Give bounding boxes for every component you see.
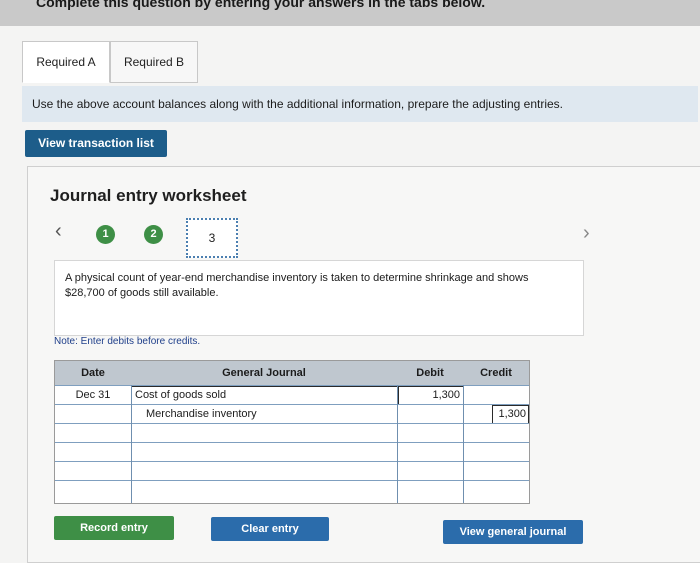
banner-text: Complete this question by entering your … [36, 0, 486, 10]
table-row-date: Dec 31 [75, 389, 111, 401]
journal-table: Date General Journal Debit Credit Dec 31… [54, 360, 530, 504]
transaction-description: A physical count of year-end merchandise… [54, 260, 584, 336]
row-divider [55, 442, 529, 443]
step-2-button[interactable]: 2 [144, 225, 163, 244]
credit-input[interactable] [464, 386, 528, 404]
step-1-button[interactable]: 1 [96, 225, 115, 244]
instruction-bar: Use the above account balances along wit… [22, 86, 698, 122]
account-input[interactable]: Cost of goods sold [131, 386, 399, 405]
header-date: Date [55, 361, 131, 385]
row-divider [55, 385, 529, 386]
debit-input[interactable]: 1,300 [398, 386, 464, 405]
table-row-date [55, 405, 131, 423]
debit-input[interactable] [399, 405, 461, 423]
note-text: Note: Enter debits before credits. [54, 336, 201, 347]
column-divider [463, 385, 464, 503]
instruction-banner: Complete this question by entering your … [0, 0, 700, 26]
credit-value: 1,300 [498, 408, 526, 420]
tab-required-b[interactable]: Required B [110, 41, 198, 83]
chevron-left-icon[interactable]: ‹ [55, 220, 62, 243]
header-debit: Debit [397, 361, 463, 385]
step-3-button[interactable]: 3 [186, 218, 238, 258]
step-3-label: 3 [208, 231, 216, 245]
row-divider [55, 404, 529, 405]
row-divider [55, 461, 529, 462]
view-transaction-list-button[interactable]: View transaction list [25, 130, 167, 157]
tab-label: Required A [36, 55, 96, 69]
view-general-journal-button[interactable]: View general journal [443, 520, 583, 544]
tab-label: Required B [123, 55, 185, 69]
column-divider [131, 385, 132, 503]
row-divider [55, 480, 529, 481]
instruction-text: Use the above account balances along wit… [32, 97, 564, 111]
chevron-right-icon[interactable]: › [583, 222, 590, 245]
account-value: Cost of goods sold [135, 389, 227, 401]
account-input[interactable]: Merchandise inventory [146, 405, 394, 423]
clear-entry-button[interactable]: Clear entry [211, 517, 329, 541]
column-divider [397, 385, 398, 503]
tab-required-a[interactable]: Required A [22, 41, 110, 83]
row-divider [55, 423, 529, 424]
credit-input[interactable]: 1,300 [492, 405, 529, 424]
debit-value: 1,300 [432, 389, 460, 401]
record-entry-button[interactable]: Record entry [54, 516, 174, 540]
header-credit: Credit [463, 361, 529, 385]
header-general-journal: General Journal [131, 361, 397, 385]
description-text: A physical count of year-end merchandise… [65, 272, 529, 299]
worksheet-title: Journal entry worksheet [50, 186, 247, 205]
